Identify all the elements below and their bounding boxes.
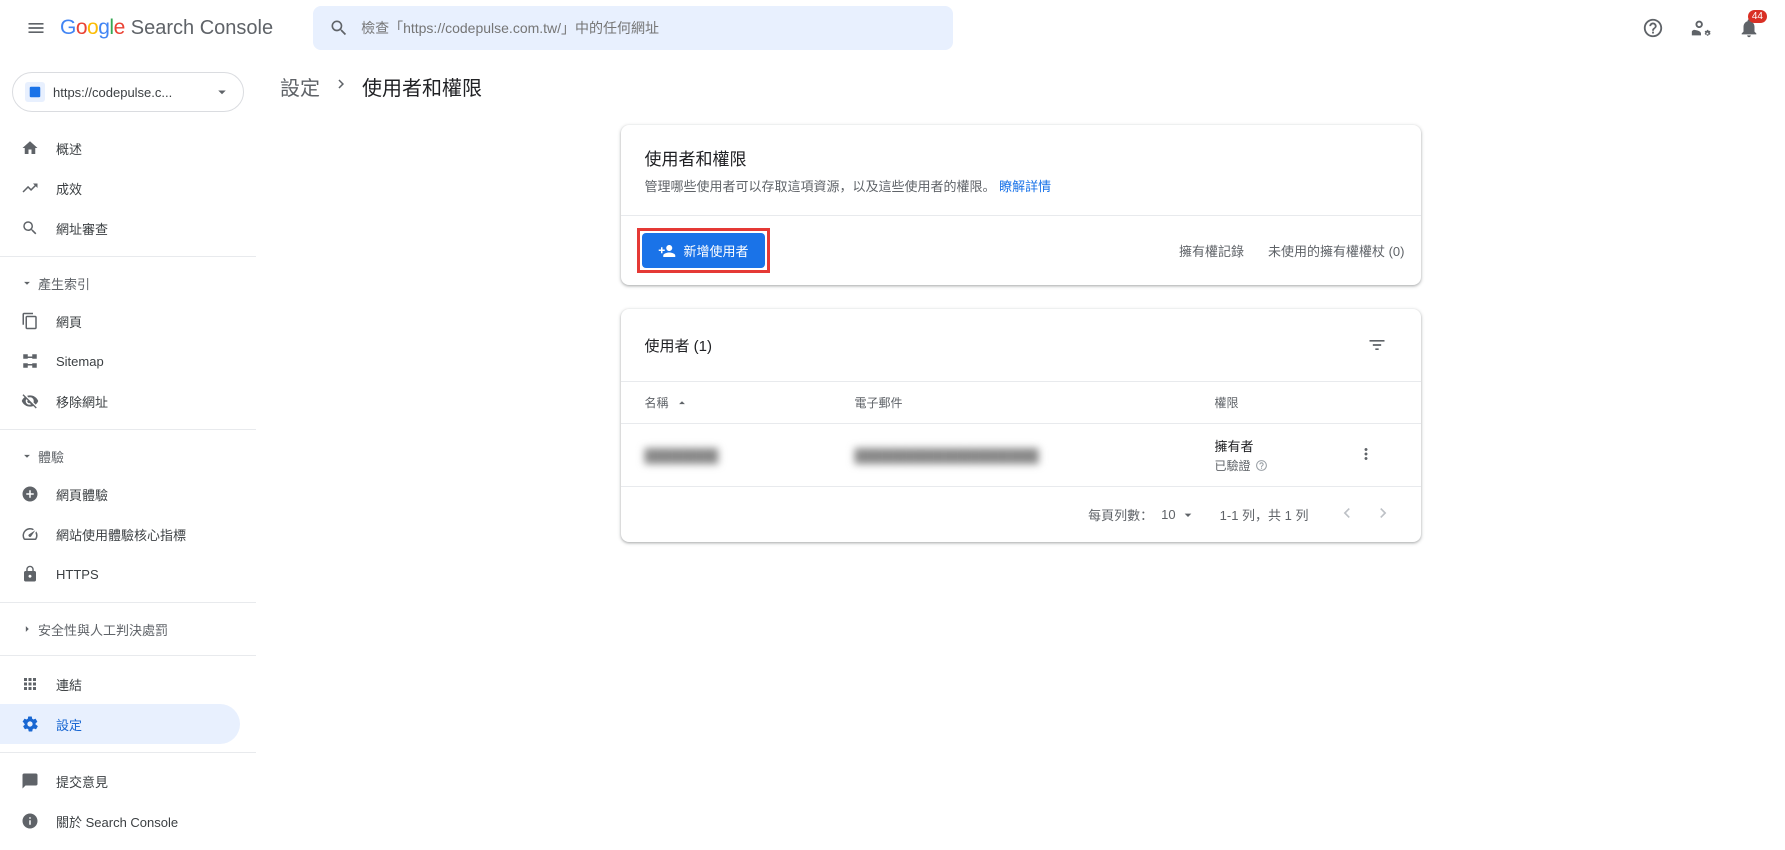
pagination-range: 1-1 列，共 1 列 — [1220, 505, 1309, 524]
users-table-card: 使用者 (1) 名稱 電子郵件 權限 ████████ ███ — [621, 309, 1421, 542]
row-menu-button[interactable] — [1357, 451, 1375, 466]
info-icon — [20, 811, 40, 831]
highlighted-add-user: 新增使用者 — [637, 228, 770, 273]
add-user-button[interactable]: 新增使用者 — [642, 233, 765, 268]
chevron-right-icon — [20, 622, 34, 636]
home-icon — [20, 138, 40, 158]
nav-performance[interactable]: 成效 — [0, 168, 240, 208]
logo[interactable]: Google Search Console — [60, 16, 273, 40]
breadcrumb-current: 使用者和權限 — [362, 72, 482, 101]
google-logo: Google — [60, 16, 125, 40]
notifications-button[interactable]: 44 — [1729, 8, 1769, 48]
help-icon[interactable] — [1255, 459, 1268, 472]
table-row[interactable]: ████████ ████████████████████ 擁有者 已驗證 — [621, 423, 1421, 486]
rows-per-page-label: 每頁列數： — [1088, 505, 1153, 524]
person-gear-icon — [1690, 17, 1712, 39]
search-icon — [20, 218, 40, 238]
chevron-left-icon — [1337, 503, 1357, 523]
col-header-name[interactable]: 名稱 — [645, 394, 855, 411]
col-header-email[interactable]: 電子郵件 — [855, 394, 1215, 411]
next-page-button[interactable] — [1369, 499, 1397, 530]
chevron-right-icon — [1373, 503, 1393, 523]
account-settings-button[interactable] — [1681, 8, 1721, 48]
help-icon — [1642, 17, 1664, 39]
nav-sitemap[interactable]: Sitemap — [0, 341, 240, 381]
property-text: https://codepulse.c... — [53, 85, 213, 100]
verification-status: 已驗證 — [1215, 457, 1357, 474]
nav-https[interactable]: HTTPS — [0, 554, 240, 594]
help-button[interactable] — [1633, 8, 1673, 48]
nav-feedback[interactable]: 提交意見 — [0, 761, 240, 801]
nav-settings[interactable]: 設定 — [0, 704, 240, 744]
nav-about[interactable]: 關於 Search Console — [0, 801, 240, 841]
user-email: ████████████████████ — [855, 448, 1039, 463]
nav-page-experience[interactable]: 網頁體驗 — [0, 474, 240, 514]
links-icon — [20, 674, 40, 694]
chevron-down-icon — [20, 276, 34, 290]
users-permissions-card: 使用者和權限 管理哪些使用者可以存取這項資源，以及這些使用者的權限。 瞭解詳情 … — [621, 125, 1421, 285]
feedback-icon — [20, 771, 40, 791]
chevron-right-icon — [332, 75, 350, 98]
nav-overview[interactable]: 概述 — [0, 128, 240, 168]
visibility-off-icon — [20, 391, 40, 411]
hamburger-icon — [26, 18, 46, 38]
speed-icon — [20, 524, 40, 544]
table-title: 使用者 (1) — [645, 335, 713, 356]
menu-button[interactable] — [16, 8, 56, 48]
sidebar: https://codepulse.c... 概述 成效 網址審查 產生索引 網… — [0, 56, 256, 849]
col-header-permission[interactable]: 權限 — [1215, 394, 1357, 411]
lock-icon — [20, 564, 40, 584]
permission-level: 擁有者 — [1215, 436, 1357, 455]
product-name: Search Console — [131, 17, 273, 40]
nav-url-inspection[interactable]: 網址審查 — [0, 208, 240, 248]
add-circle-icon — [20, 484, 40, 504]
filter-icon — [1367, 335, 1387, 355]
notification-badge: 44 — [1748, 10, 1767, 23]
learn-more-link[interactable]: 瞭解詳情 — [999, 179, 1051, 194]
breadcrumb: 設定 使用者和權限 — [280, 72, 1761, 101]
nav-removals[interactable]: 移除網址 — [0, 381, 240, 421]
user-name: ████████ — [645, 448, 719, 463]
section-experience[interactable]: 體驗 — [0, 438, 256, 474]
nav-links[interactable]: 連結 — [0, 664, 240, 704]
breadcrumb-parent[interactable]: 設定 — [280, 72, 320, 101]
dropdown-icon — [1180, 507, 1196, 523]
section-security[interactable]: 安全性與人工判決處罰 — [0, 611, 256, 647]
sitemap-icon — [20, 351, 40, 371]
property-icon — [25, 82, 45, 102]
nav-pages[interactable]: 網頁 — [0, 301, 240, 341]
more-vert-icon — [1357, 445, 1375, 463]
rows-per-page-select[interactable]: 10 — [1161, 507, 1195, 523]
ownership-history-link[interactable]: 擁有權記錄 — [1179, 241, 1244, 260]
filter-button[interactable] — [1357, 325, 1397, 365]
search-input[interactable] — [361, 20, 937, 36]
property-selector[interactable]: https://codepulse.c... — [12, 72, 244, 112]
section-indexing[interactable]: 產生索引 — [0, 265, 256, 301]
chevron-down-icon — [20, 449, 34, 463]
dropdown-icon — [213, 83, 231, 101]
search-icon — [329, 18, 349, 38]
search-box[interactable] — [313, 6, 953, 50]
card-subtitle: 管理哪些使用者可以存取這項資源，以及這些使用者的權限。 瞭解詳情 — [645, 176, 1397, 195]
pages-icon — [20, 311, 40, 331]
gear-icon — [20, 714, 40, 734]
prev-page-button[interactable] — [1333, 499, 1361, 530]
trending-icon — [20, 178, 40, 198]
card-title: 使用者和權限 — [645, 145, 1397, 170]
arrow-up-icon — [675, 396, 689, 410]
person-add-icon — [658, 242, 676, 260]
nav-core-vitals[interactable]: 網站使用體驗核心指標 — [0, 514, 240, 554]
unused-tokens-link[interactable]: 未使用的擁有權權杖 (0) — [1268, 241, 1405, 260]
